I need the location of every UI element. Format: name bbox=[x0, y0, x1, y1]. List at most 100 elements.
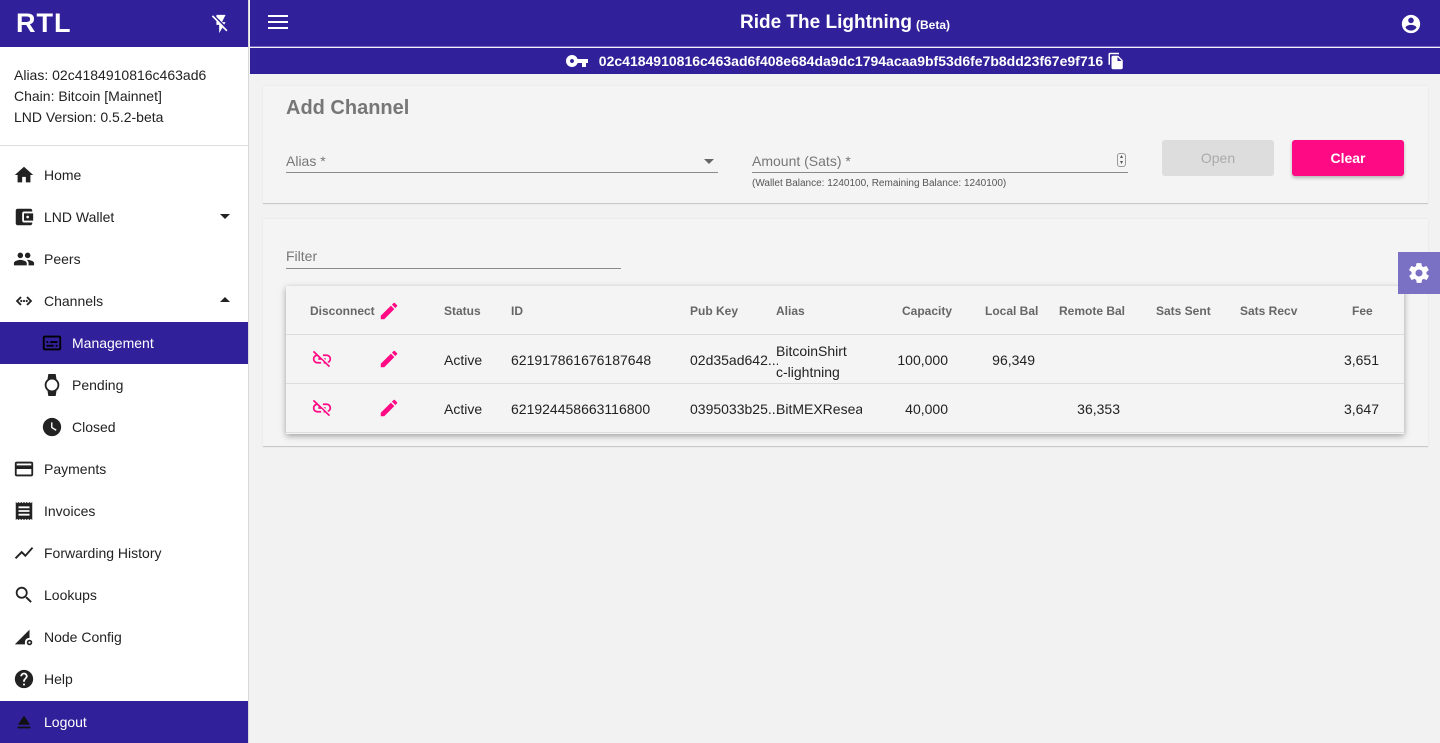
filter-label: Filter bbox=[286, 248, 318, 264]
sidebar-item-label: Pending bbox=[72, 377, 124, 393]
chevron-down-icon bbox=[704, 159, 714, 164]
number-spinner-icon[interactable]: ▴ ▾ bbox=[1117, 153, 1126, 167]
watch-icon bbox=[40, 373, 64, 397]
column-header[interactable]: Pub Key bbox=[690, 304, 738, 318]
clock-icon bbox=[40, 415, 64, 439]
app-beta-label: (Beta) bbox=[916, 18, 951, 32]
column-header[interactable]: Sats Sent bbox=[1156, 304, 1211, 318]
app-title: Ride The Lightning bbox=[739, 12, 912, 33]
people-icon bbox=[12, 247, 36, 271]
pubkey-bar: 02c4184910816c463ad6f408e684da9dc1794aca… bbox=[250, 48, 1440, 74]
sidebar-item-payments[interactable]: Payments bbox=[0, 448, 248, 490]
node-config-icon bbox=[12, 625, 36, 649]
settings-button[interactable] bbox=[1398, 252, 1440, 294]
logo: RTL bbox=[16, 8, 72, 38]
trending-icon bbox=[12, 541, 36, 565]
add-channel-card: Add Channel Alias * Amount (Sats) * ▴ ▾ (… bbox=[263, 86, 1428, 204]
sidebar-item-label: Lookups bbox=[44, 587, 97, 603]
column-header[interactable]: Fee bbox=[1352, 304, 1373, 318]
edit-icon[interactable] bbox=[378, 397, 400, 419]
clear-button[interactable]: Clear bbox=[1292, 140, 1404, 176]
sidebar-item-label: Payments bbox=[44, 461, 107, 477]
sidebar-item-invoices[interactable]: Invoices bbox=[0, 490, 248, 532]
alias-select[interactable]: Alias * bbox=[286, 147, 718, 173]
sidebar-item-label: Invoices bbox=[44, 503, 96, 519]
top-bar: Ride The Lightning (Beta) bbox=[250, 0, 1440, 47]
sidebar-item-label: Node Config bbox=[44, 629, 122, 645]
management-icon bbox=[40, 331, 64, 355]
table-row[interactable]: Active 621924458663116800 0395033b25... … bbox=[286, 384, 1404, 433]
sidebar-item-label: Home bbox=[44, 167, 82, 183]
credit-card-icon bbox=[12, 457, 36, 481]
sidebar-item-label: Peers bbox=[44, 251, 81, 267]
sidebar-item-label: Channels bbox=[44, 293, 104, 309]
sidebar-item-label: LND Wallet bbox=[44, 209, 115, 225]
column-header[interactable]: Remote Bal bbox=[1059, 304, 1125, 318]
sidebar-item-peers[interactable]: Peers bbox=[0, 238, 248, 280]
amount-label: Amount (Sats) * bbox=[752, 153, 851, 169]
wallet-icon bbox=[12, 205, 36, 229]
column-header[interactable]: Status bbox=[444, 304, 481, 318]
sidebar-header: RTL bbox=[0, 0, 248, 47]
fee-cell: 3,651 bbox=[1343, 352, 1379, 368]
balance-hint: (Wallet Balance: 1240100, Remaining Bala… bbox=[752, 178, 1007, 189]
key-icon bbox=[565, 55, 588, 67]
status-cell: Active bbox=[444, 352, 483, 368]
amount-input[interactable]: Amount (Sats) * ▴ ▾ bbox=[752, 147, 1128, 173]
link-off-icon[interactable] bbox=[311, 348, 333, 370]
edit-icon[interactable] bbox=[378, 300, 400, 322]
table-header-row: Disconnect Status ID Pub Key Alias Capac… bbox=[286, 286, 1404, 335]
column-header[interactable]: Capacity bbox=[902, 304, 952, 318]
chevron-down-icon bbox=[220, 214, 230, 219]
sidebar-item-channels[interactable]: Channels bbox=[0, 280, 248, 322]
local-balance-cell: 96,349 bbox=[992, 352, 1035, 368]
alias-cell: BitcoinShirt c-lightning bbox=[776, 343, 847, 380]
search-icon bbox=[12, 583, 36, 607]
sidebar-item-management[interactable]: Management bbox=[0, 322, 248, 364]
sidebar-item-home[interactable]: Home bbox=[0, 154, 248, 196]
sidebar-menu: Home LND Wallet Peers Channels Managemen… bbox=[0, 146, 248, 700]
eject-icon bbox=[12, 710, 36, 734]
capacity-cell: 100,000 bbox=[897, 352, 948, 368]
id-cell: 621917861676187648 bbox=[511, 352, 652, 368]
sidebar-item-lnd-wallet[interactable]: LND Wallet bbox=[0, 196, 248, 238]
chevron-up-icon bbox=[220, 297, 230, 302]
sidebar: RTL Alias: 02c4184910816c463ad6 Chain: B… bbox=[0, 0, 249, 743]
help-icon bbox=[12, 667, 36, 691]
node-pubkey: 02c4184910816c463ad6f408e684da9dc1794aca… bbox=[598, 53, 1104, 69]
sidebar-item-pending[interactable]: Pending bbox=[0, 364, 248, 406]
column-header[interactable]: Sats Recv bbox=[1240, 304, 1297, 318]
link-off-icon[interactable] bbox=[311, 397, 333, 419]
sidebar-item-label: Management bbox=[72, 335, 154, 351]
node-version: LND Version: 0.5.2-beta bbox=[14, 109, 164, 125]
node-chain: Chain: Bitcoin [Mainnet] bbox=[14, 88, 162, 104]
column-header[interactable]: ID bbox=[511, 304, 523, 318]
column-header[interactable]: Alias bbox=[776, 304, 805, 318]
account-circle-icon[interactable] bbox=[1400, 13, 1422, 35]
edit-icon[interactable] bbox=[378, 348, 400, 370]
menu-icon[interactable] bbox=[268, 15, 288, 31]
sidebar-item-label: Forwarding History bbox=[44, 545, 162, 561]
sidebar-item-closed[interactable]: Closed bbox=[0, 406, 248, 448]
sidebar-item-lookups[interactable]: Lookups bbox=[0, 574, 248, 616]
node-info: Alias: 02c4184910816c463ad6 Chain: Bitco… bbox=[0, 47, 248, 146]
receipt-icon bbox=[12, 499, 36, 523]
table-row[interactable]: Active 621917861676187648 02d35ad642... … bbox=[286, 335, 1404, 384]
id-cell: 621924458663116800 bbox=[511, 401, 651, 417]
sidebar-item-help[interactable]: Help bbox=[0, 658, 248, 700]
sidebar-item-logout[interactable]: Logout bbox=[0, 701, 248, 743]
column-header[interactable]: Disconnect bbox=[310, 304, 375, 318]
sidebar-item-label: Closed bbox=[72, 419, 116, 435]
status-cell: Active bbox=[444, 401, 483, 417]
sidebar-item-forwarding-history[interactable]: Forwarding History bbox=[0, 532, 248, 574]
filter-input[interactable]: Filter bbox=[286, 245, 621, 269]
node-alias: Alias: 02c4184910816c463ad6 bbox=[14, 67, 207, 83]
open-button[interactable]: Open bbox=[1162, 140, 1274, 176]
sidebar-item-node-config[interactable]: Node Config bbox=[0, 616, 248, 658]
copy-icon[interactable] bbox=[1107, 52, 1125, 70]
column-header[interactable]: Local Bal bbox=[985, 304, 1038, 318]
flash-off-icon[interactable] bbox=[210, 13, 232, 35]
channels-icon bbox=[12, 289, 36, 313]
alias-label: Alias * bbox=[286, 153, 326, 169]
capacity-cell: 40,000 bbox=[905, 401, 948, 417]
